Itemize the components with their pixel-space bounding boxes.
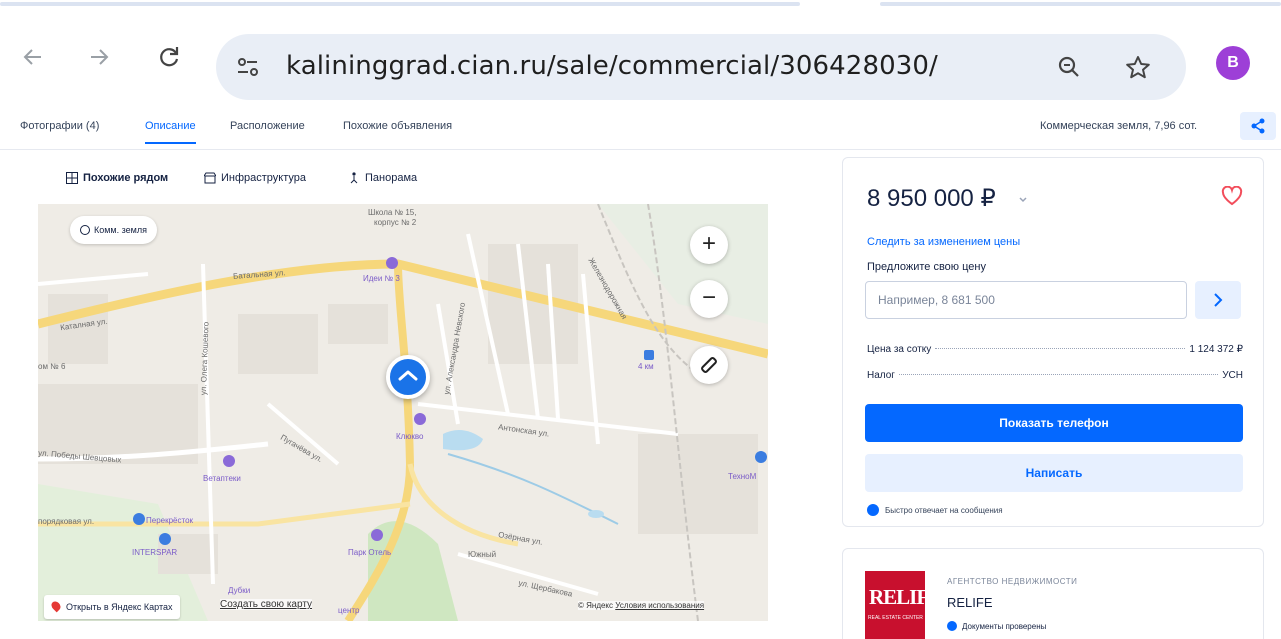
clock-icon xyxy=(867,504,879,516)
map-label-dubki: Дубки xyxy=(228,586,251,595)
forward-icon[interactable] xyxy=(86,44,112,74)
listing-meta: Коммерческая земля, 7,96 сот. xyxy=(1040,120,1198,132)
tab-photos[interactable]: Фотографии (4) xyxy=(20,120,99,132)
similar-nearby-toggle[interactable]: Похожие рядом xyxy=(66,172,168,184)
map-label-4km: 4 км xyxy=(638,362,654,371)
store-icon xyxy=(204,172,216,184)
map-label-yuzhny: Южный xyxy=(468,550,497,559)
terms-link[interactable]: Условия использования xyxy=(615,601,704,610)
poi-marker[interactable] xyxy=(132,512,146,526)
map-label-perekrestok: Перекрёсток xyxy=(146,516,194,525)
agency-type: АГЕНТСТВО НЕДВИЖИМОСТИ xyxy=(947,577,1078,586)
map-label-dom: ом № 6 xyxy=(38,362,66,371)
zoom-icon[interactable] xyxy=(1056,54,1082,85)
tax-row: Налог УСН xyxy=(867,370,1243,381)
panorama-toggle[interactable]: Панорама xyxy=(348,172,417,184)
reload-icon[interactable] xyxy=(156,44,182,74)
share-button[interactable] xyxy=(1240,112,1276,140)
logo-text: RELIFE xyxy=(869,585,925,609)
verified-check-icon xyxy=(947,621,957,631)
map-filter-chip[interactable]: Комм. земля xyxy=(70,216,157,244)
favorite-heart-icon[interactable] xyxy=(1221,186,1243,206)
grid-icon xyxy=(66,172,78,184)
similar-nearby-label: Похожие рядом xyxy=(83,172,169,184)
property-location-pin[interactable] xyxy=(386,355,430,399)
logo-subtext: REAL ESTATE CENTER xyxy=(868,615,923,621)
chevron-down-icon[interactable] xyxy=(1019,196,1027,204)
offer-card: 8 950 000 ₽ Следить за изменением цены П… xyxy=(842,157,1264,527)
house-icon xyxy=(398,370,418,381)
map-label-techno: ТехноМ xyxy=(728,472,757,481)
agency-logo[interactable]: RELIFE REAL ESTATE CENTER xyxy=(865,571,925,639)
follow-price-link[interactable]: Следить за изменением цены xyxy=(867,236,1020,248)
show-phone-button[interactable]: Показать телефон xyxy=(865,404,1243,442)
site-settings-icon[interactable] xyxy=(234,53,262,81)
profile-avatar[interactable]: B xyxy=(1216,46,1250,80)
transport-marker[interactable] xyxy=(642,348,656,362)
map-label-school: Школа № 15, xyxy=(368,208,417,217)
map-footer: Открыть в Яндекс Картах Создать свою кар… xyxy=(38,595,768,621)
zoom-in-button[interactable]: + xyxy=(690,226,728,264)
back-icon[interactable] xyxy=(20,44,46,74)
map-copyright: © Яндекс Условия использования xyxy=(578,601,705,610)
open-yandex-maps-button[interactable]: Открыть в Яндекс Картах xyxy=(44,595,181,619)
poi-marker[interactable] xyxy=(370,528,384,542)
poi-marker[interactable] xyxy=(385,256,399,270)
listing-tabs: Фотографии (4) Описание Расположение Пох… xyxy=(0,104,1281,150)
offer-price-input[interactable]: Например, 8 681 500 xyxy=(865,281,1187,319)
row-value: УСН xyxy=(1222,370,1243,381)
row-value: 1 124 372 ₽ xyxy=(1189,344,1243,355)
tab-description[interactable]: Описание xyxy=(145,120,196,144)
create-map-link[interactable]: Создать свою карту xyxy=(220,599,313,610)
infrastructure-toggle[interactable]: Инфраструктура xyxy=(204,172,306,184)
browser-toolbar: kalininggrad.cian.ru/sale/commercial/306… xyxy=(0,10,1281,102)
offer-price-label: Предложите свою цену xyxy=(867,261,986,273)
row-label: Налог xyxy=(867,370,895,381)
ruler-button[interactable] xyxy=(690,346,728,384)
map-label-vetapteki: Ветаптеки xyxy=(203,474,241,483)
fast-reply-badge: Быстро отвечает на сообщения xyxy=(867,504,1003,516)
map-label-klyukvo: Клюкво xyxy=(396,432,424,441)
agency-card[interactable]: RELIFE REAL ESTATE CENTER АГЕНТСТВО НЕДВ… xyxy=(842,548,1264,639)
agency-name[interactable]: RELIFE xyxy=(947,595,993,610)
row-label: Цена за сотку xyxy=(867,344,932,355)
documents-verified-text: Документы проверены xyxy=(962,621,1047,631)
tab-similar[interactable]: Похожие объявления xyxy=(343,120,452,132)
browser-tabstrip xyxy=(0,0,1281,10)
map-label-park-otel: Парк Отель xyxy=(348,548,392,557)
documents-verified: Документы проверены xyxy=(947,621,1046,631)
map-label-interspar: INTERSPAR xyxy=(132,548,178,557)
zoom-out-button[interactable]: − xyxy=(690,280,728,318)
bookmark-star-icon[interactable] xyxy=(1124,54,1152,87)
poi-marker[interactable] xyxy=(754,450,768,464)
poi-marker[interactable] xyxy=(413,412,427,426)
infrastructure-label: Инфраструктура xyxy=(221,172,307,184)
fast-reply-text: Быстро отвечает на сообщения xyxy=(885,505,1003,515)
offer-submit-button[interactable] xyxy=(1195,281,1241,319)
price-per-sotka-row: Цена за сотку 1 124 372 ₽ xyxy=(867,344,1243,355)
panorama-label: Панорама xyxy=(365,172,418,184)
map-label-idea: Идеи № 3 xyxy=(363,274,400,283)
poi-marker[interactable] xyxy=(158,532,172,546)
panorama-person-icon xyxy=(350,172,358,184)
tab-location[interactable]: Расположение xyxy=(230,120,305,132)
ruler-icon xyxy=(701,357,717,373)
copyright-text: © Яндекс xyxy=(578,601,614,610)
map-tiles xyxy=(38,204,768,621)
map-label-school2: корпус № 2 xyxy=(374,218,417,227)
chevron-right-icon xyxy=(1214,293,1223,307)
price: 8 950 000 ₽ xyxy=(867,185,996,212)
location-map[interactable]: Комм. земля Школа № 15, корпус № 2 Батал… xyxy=(38,204,768,621)
write-message-button[interactable]: Написать xyxy=(865,454,1243,492)
url-text[interactable]: kalininggrad.cian.ru/sale/commercial/306… xyxy=(286,51,938,81)
map-label-poryadkovaya: порядковая ул. xyxy=(38,517,95,526)
poi-marker[interactable] xyxy=(222,454,236,468)
share-icon xyxy=(1251,118,1265,134)
address-bar[interactable]: kalininggrad.cian.ru/sale/commercial/306… xyxy=(216,34,1186,100)
